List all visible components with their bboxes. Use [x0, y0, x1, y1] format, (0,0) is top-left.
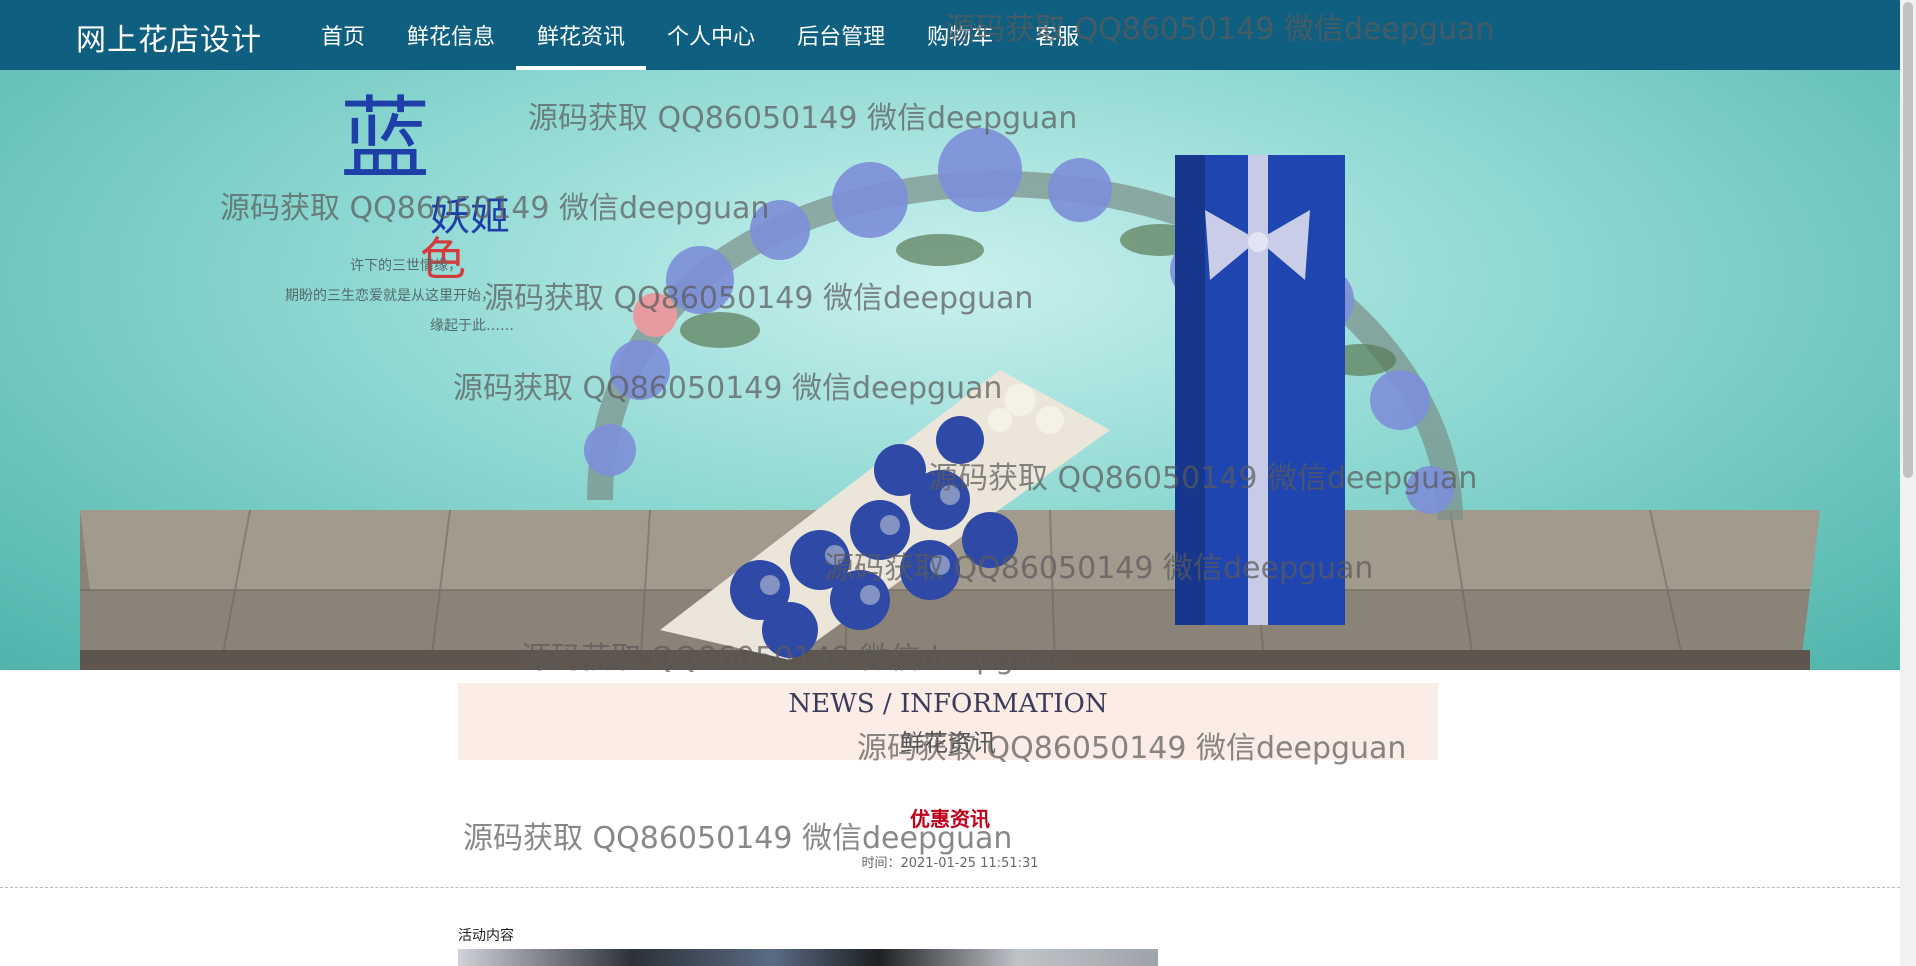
banner-illustration: 蓝 妖姬 色 许下的三世情缘， 期盼的三生恋爱就是从这里开始， 缘起于此…… — [80, 87, 1820, 670]
section-title-zh: 鲜花资讯 — [900, 729, 996, 757]
article-time: 时间：2021-01-25 11:51:31 — [861, 856, 1039, 871]
scrollbar-thumb[interactable] — [1903, 2, 1913, 478]
section-header: NEWS / INFORMATION 鲜花资讯 — [458, 683, 1438, 760]
banner-poem-line-3: 缘起于此…… — [430, 318, 514, 334]
nav-item-flower-news[interactable]: 鲜花资讯 — [516, 0, 647, 70]
top-navbar: 网上花店设计 首页 鲜花信息 鲜花资讯 个人中心 后台管理 购物车 客服 — [0, 0, 1900, 70]
nav-item-customer-service[interactable]: 客服 — [1014, 0, 1100, 70]
nav-item-personal-center[interactable]: 个人中心 — [646, 0, 776, 70]
nav-menu: 首页 鲜花信息 鲜花资讯 个人中心 后台管理 购物车 客服 — [300, 0, 1100, 70]
content-image — [458, 949, 1158, 966]
site-brand[interactable]: 网上花店设计 — [76, 15, 262, 59]
hero-banner[interactable]: 蓝 妖姬 色 许下的三世情缘， 期盼的三生恋爱就是从这里开始， 缘起于此…… — [0, 70, 1900, 670]
banner-poem-line-2: 期盼的三生恋爱就是从这里开始， — [285, 287, 495, 304]
banner-calligraphy: 蓝 — [340, 87, 430, 192]
nav-item-home[interactable]: 首页 — [300, 0, 386, 70]
section-title-en: NEWS / INFORMATION — [788, 689, 1108, 719]
nav-item-flower-info[interactable]: 鲜花信息 — [386, 0, 516, 70]
content-label: 活动内容 — [458, 928, 514, 944]
nav-item-admin[interactable]: 后台管理 — [776, 0, 906, 70]
banner-poem-line-1: 许下的三世情缘， — [350, 258, 462, 274]
article-title: 优惠资讯 — [910, 807, 990, 831]
scrollbar[interactable] — [1900, 0, 1916, 966]
divider — [0, 887, 1900, 888]
nav-item-cart[interactable]: 购物车 — [906, 0, 1014, 70]
